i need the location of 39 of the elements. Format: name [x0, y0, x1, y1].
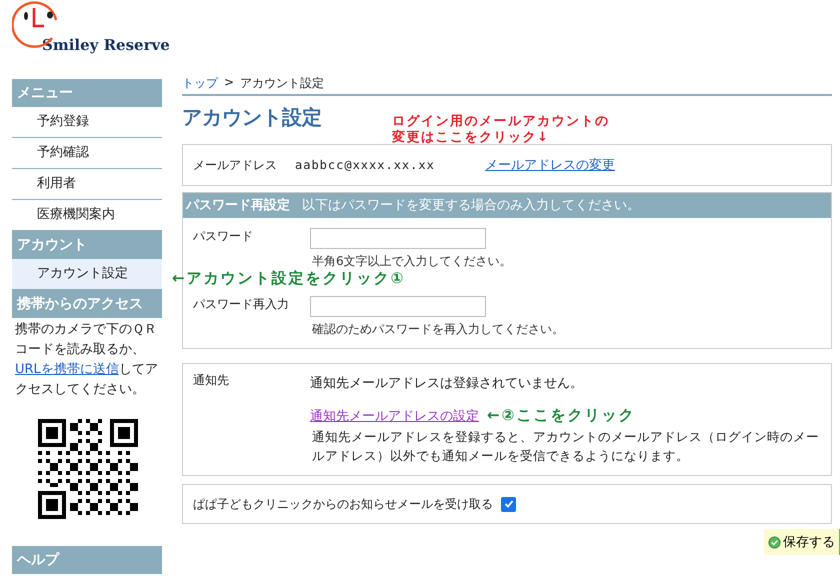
breadcrumb-link[interactable]: トップ: [182, 75, 218, 92]
field-label: パスワード再入力: [193, 296, 290, 313]
breadcrumb-separator: >: [224, 75, 234, 91]
field-hint: 半角6文字以上で入力してください。: [311, 253, 512, 270]
checkbox[interactable]: [501, 496, 516, 512]
sidebar-item[interactable]: 予約確認: [12, 138, 162, 169]
field-label: メールアドレス: [193, 156, 277, 174]
send-url-link[interactable]: URLを携帯に送信: [15, 362, 119, 377]
notification-status: 通知先メールアドレスは登録されていません。: [310, 375, 584, 392]
password-field[interactable]: [310, 228, 486, 249]
field-hint: 確認のためパスワードを再入力してください。: [311, 321, 564, 338]
notification-email-link[interactable]: 通知先メールアドレスの設定: [310, 406, 479, 424]
mobile-access-text: 携帯のカメラで下のＱＲコードを読み取るか、 URLを携帯に送信 してアクセスしてください。: [15, 321, 159, 399]
logo-text: Smiley Reserve: [42, 36, 170, 54]
change-email-link[interactable]: メールアドレスの変更: [485, 156, 615, 174]
sidebar-item[interactable]: アカウント設定: [12, 259, 162, 290]
sidebar-heading: アカウント: [12, 231, 162, 259]
email-value: aabbcc@xxxx.xx.xx: [295, 158, 436, 172]
check-circle-icon: [768, 536, 781, 548]
field-label: 通知先: [193, 372, 230, 389]
sidebar-heading: メニュー: [12, 79, 162, 107]
section-note: 以下はパスワードを変更する場合のみ入力してください。: [302, 197, 640, 215]
sidebar-item[interactable]: 利用者: [12, 169, 162, 200]
sidebar-item[interactable]: 予約登録: [12, 107, 162, 138]
sidebar-heading: ヘルプ: [12, 546, 162, 574]
section-title: パスワード再設定: [186, 196, 290, 215]
page-title: アカウント設定: [182, 104, 323, 131]
password-field[interactable]: [310, 296, 486, 317]
annotation-text: ←②ここをクリック: [487, 406, 636, 425]
breadcrumb-current: アカウント設定: [240, 75, 324, 92]
annotation-text: 変更はここをクリック↓: [392, 130, 550, 146]
field-label: パスワード: [193, 228, 254, 245]
sidebar-heading: 携帯からのアクセス: [12, 290, 162, 318]
checkmark-icon: [504, 499, 514, 509]
annotation-text: ログイン用のメールアカウントの: [392, 114, 610, 130]
checkbox-label: ぱぱ子どもクリニックからのお知らせメールを受け取る: [193, 496, 493, 512]
notification-description: 通知先メールアドレスを登録すると、アカウントのメールアドレス（ログイン時のメールアドレス）以外でも通知メールを受信できるようになります。: [312, 428, 820, 465]
save-button[interactable]: 保存する: [764, 529, 840, 555]
annotation-text: ←アカウント設定をクリック①: [172, 269, 406, 288]
